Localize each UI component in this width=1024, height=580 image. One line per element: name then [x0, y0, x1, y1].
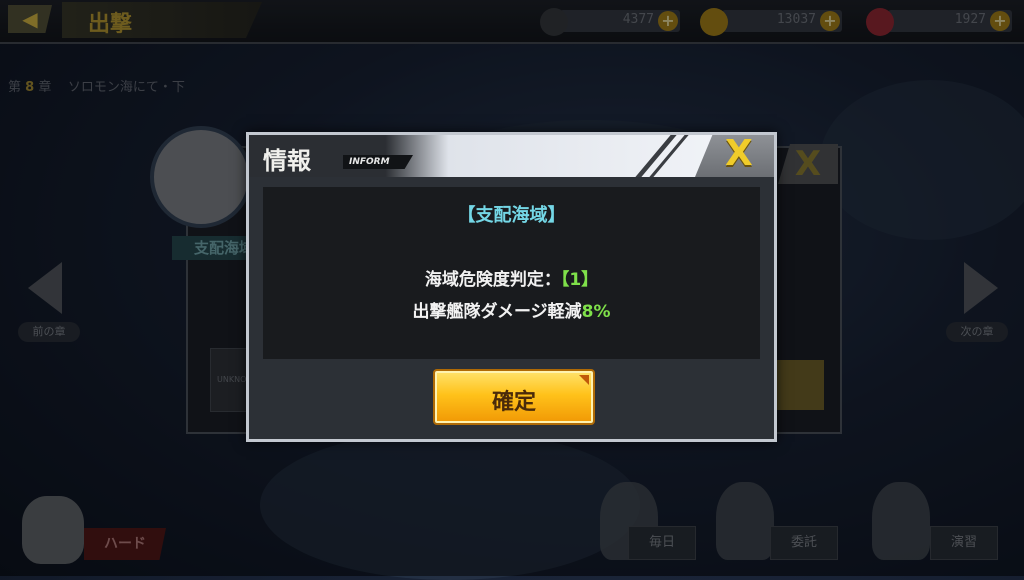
info-dialog: 情報 INFORM X 【支配海域】 海域危険度判定：【1】 出撃艦隊ダメージ軽…: [246, 132, 777, 442]
danger-level-line: 海域危険度判定：【1】: [263, 265, 760, 290]
damage-reduction-label: 出撃艦隊ダメージ軽減: [412, 302, 582, 322]
damage-reduction-value: 8%: [581, 302, 611, 322]
confirm-label: 確定: [491, 390, 536, 415]
danger-level-value: 【1】: [560, 270, 599, 290]
dialog-title: 情報: [263, 147, 311, 175]
dialog-content: 【支配海域】 海域危険度判定：【1】 出撃艦隊ダメージ軽減8%: [263, 187, 760, 359]
close-icon: X: [725, 133, 753, 174]
confirm-button[interactable]: 確定: [435, 371, 593, 423]
dialog-header: 情報 INFORM: [249, 135, 774, 177]
danger-level-label: 海域危険度判定：: [424, 270, 561, 290]
inform-tag: INFORM: [343, 155, 413, 169]
button-corner-accent: [579, 375, 589, 385]
damage-reduction-line: 出撃艦隊ダメージ軽減8%: [263, 297, 760, 322]
area-heading: 【支配海域】: [457, 205, 566, 226]
